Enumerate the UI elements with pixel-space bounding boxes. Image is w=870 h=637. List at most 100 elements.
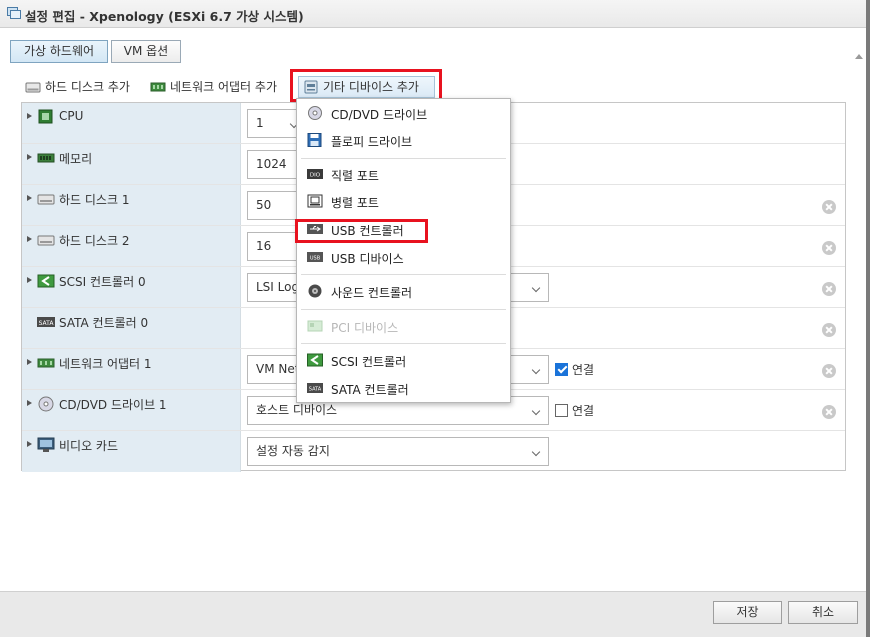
dialog-footer: 저장 취소 bbox=[0, 591, 866, 637]
row-label: 메모리 bbox=[59, 152, 93, 166]
remove-icon[interactable] bbox=[822, 200, 836, 214]
row-label-cell[interactable]: 비디오 카드 bbox=[22, 431, 241, 472]
menu-separator bbox=[301, 343, 506, 344]
hard-disk-icon bbox=[25, 82, 41, 93]
row-label-cell[interactable]: CPU bbox=[22, 103, 241, 143]
checkbox-unchecked-icon[interactable] bbox=[555, 403, 568, 417]
row-label: 하드 디스크 1 bbox=[59, 193, 130, 207]
remove-icon[interactable] bbox=[822, 241, 836, 255]
menu-item-label: SCSI 컨트롤러 bbox=[331, 355, 407, 369]
window-edge bbox=[866, 0, 870, 637]
menu-item-label: USB 디바이스 bbox=[331, 252, 404, 266]
menu-item-serial-port[interactable]: DIO 직렬 포트 bbox=[297, 161, 510, 187]
hard-disk-icon bbox=[37, 194, 55, 205]
row-label-cell[interactable]: SATA SATA 컨트롤러 0 bbox=[22, 308, 241, 348]
other-device-icon bbox=[304, 80, 318, 94]
menu-separator bbox=[301, 274, 506, 275]
menu-item-cd-dvd-drive[interactable]: CD/DVD 드라이브 bbox=[297, 100, 510, 126]
select-value: 호스트 디바이스 bbox=[256, 403, 338, 417]
row-label: CPU bbox=[59, 109, 84, 123]
video-card-settings-select[interactable]: 설정 자동 감지 bbox=[247, 437, 549, 466]
menu-item-sata-controller[interactable]: SATA SATA 컨트롤러 bbox=[297, 375, 510, 401]
menu-item-label: SATA 컨트롤러 bbox=[331, 383, 409, 397]
menu-item-usb-controller[interactable]: USB 컨트롤러 bbox=[297, 216, 510, 242]
usb-controller-icon bbox=[307, 224, 323, 234]
tab-vm-options[interactable]: VM 옵션 bbox=[111, 40, 181, 63]
select-value: 1 bbox=[256, 116, 264, 130]
row-label-cell[interactable]: CD/DVD 드라이브 1 bbox=[22, 390, 241, 430]
row-label-cell[interactable]: SCSI 컨트롤러 0 bbox=[22, 267, 241, 307]
add-other-device-menu: CD/DVD 드라이브 플로피 드라이브 DIO 직렬 포트 병렬 포트 USB… bbox=[296, 98, 511, 403]
cancel-button[interactable]: 취소 bbox=[788, 601, 858, 624]
expand-arrow-icon[interactable] bbox=[27, 154, 32, 160]
menu-item-label: 직렬 포트 bbox=[331, 169, 379, 183]
expand-arrow-icon[interactable] bbox=[27, 400, 32, 406]
network-adapter-icon bbox=[37, 358, 55, 368]
save-button[interactable]: 저장 bbox=[713, 601, 782, 624]
window-title: 설정 편집 - Xpenology (ESXi 6.7 가상 시스템) bbox=[25, 9, 304, 24]
remove-icon[interactable] bbox=[822, 405, 836, 419]
svg-text:DIO: DIO bbox=[310, 173, 321, 179]
memory-icon bbox=[37, 153, 55, 163]
remove-icon[interactable] bbox=[822, 323, 836, 337]
menu-item-label: USB 컨트롤러 bbox=[331, 224, 404, 238]
pci-device-icon bbox=[307, 320, 323, 332]
select-value: VM Net bbox=[256, 362, 300, 376]
menu-item-usb-device[interactable]: USB USB 디바이스 bbox=[297, 244, 510, 270]
add-hard-disk-button[interactable]: 하드 디스크 추가 bbox=[25, 76, 130, 98]
add-hard-disk-label: 하드 디스크 추가 bbox=[45, 80, 130, 94]
row-label: 네트워크 어댑터 1 bbox=[59, 357, 152, 371]
usb-device-icon: USB bbox=[307, 252, 323, 262]
menu-item-floppy-drive[interactable]: 플로피 드라이브 bbox=[297, 127, 510, 153]
row-label-cell[interactable]: 메모리 bbox=[22, 144, 241, 184]
row-label-cell[interactable]: 네트워크 어댑터 1 bbox=[22, 349, 241, 389]
row-label: SATA 컨트롤러 0 bbox=[59, 316, 149, 330]
scsi-controller-icon bbox=[37, 274, 55, 288]
connect-label: 연결 bbox=[572, 403, 595, 418]
cd-dvd-icon bbox=[38, 396, 54, 412]
expand-arrow-icon[interactable] bbox=[27, 236, 32, 242]
vm-icon bbox=[7, 7, 21, 19]
video-card-icon bbox=[37, 437, 55, 452]
expand-arrow-icon[interactable] bbox=[27, 359, 32, 365]
svg-text:SATA: SATA bbox=[39, 320, 55, 327]
checkbox-checked-icon[interactable] bbox=[555, 362, 568, 376]
menu-item-label: PCI 디바이스 bbox=[331, 321, 399, 335]
scroll-up-icon[interactable] bbox=[855, 53, 863, 61]
menu-item-parallel-port[interactable]: 병렬 포트 bbox=[297, 188, 510, 214]
menu-item-label: CD/DVD 드라이브 bbox=[331, 108, 428, 122]
cd-dvd-icon bbox=[308, 106, 322, 120]
menu-item-label: 플로피 드라이브 bbox=[331, 135, 413, 149]
sound-controller-icon bbox=[308, 284, 322, 298]
add-other-device-button[interactable]: 기타 디바이스 추가 bbox=[298, 76, 435, 98]
cpu-icon bbox=[38, 109, 53, 124]
menu-item-scsi-controller[interactable]: SCSI 컨트롤러 bbox=[297, 347, 510, 373]
row-label-cell[interactable]: 하드 디스크 1 bbox=[22, 185, 241, 225]
remove-icon[interactable] bbox=[822, 282, 836, 296]
add-network-adapter-label: 네트워크 어댑터 추가 bbox=[170, 80, 277, 94]
chevron-down-icon bbox=[531, 406, 541, 416]
expand-arrow-icon[interactable] bbox=[27, 441, 32, 447]
remove-icon[interactable] bbox=[822, 364, 836, 378]
menu-item-sound-controller[interactable]: 사운드 컨트롤러 bbox=[297, 278, 510, 304]
expand-arrow-icon[interactable] bbox=[27, 195, 32, 201]
menu-separator bbox=[301, 309, 506, 310]
chevron-down-icon bbox=[531, 283, 541, 293]
expand-arrow-icon[interactable] bbox=[27, 113, 32, 119]
row-label-cell[interactable]: 하드 디스크 2 bbox=[22, 226, 241, 266]
chevron-down-icon bbox=[531, 447, 541, 457]
tab-virtual-hardware[interactable]: 가상 하드웨어 bbox=[10, 40, 108, 63]
add-device-toolbar: 하드 디스크 추가 네트워크 어댑터 추가 기타 디바이스 추가 bbox=[0, 76, 520, 98]
connect-checkbox[interactable]: 연결 bbox=[555, 349, 594, 389]
row-label: 하드 디스크 2 bbox=[59, 234, 130, 248]
expand-arrow-icon[interactable] bbox=[27, 277, 32, 283]
connect-checkbox[interactable]: 연결 bbox=[555, 390, 594, 430]
svg-text:SATA: SATA bbox=[309, 387, 322, 393]
hardware-row-video-card: 비디오 카드 설정 자동 감지 bbox=[22, 431, 845, 472]
add-network-adapter-button[interactable]: 네트워크 어댑터 추가 bbox=[150, 76, 277, 98]
menu-item-label: 사운드 컨트롤러 bbox=[331, 286, 413, 300]
floppy-icon bbox=[307, 133, 322, 147]
menu-item-label: 병렬 포트 bbox=[331, 196, 379, 210]
connect-label: 연결 bbox=[572, 362, 595, 377]
serial-port-icon: DIO bbox=[307, 169, 323, 179]
